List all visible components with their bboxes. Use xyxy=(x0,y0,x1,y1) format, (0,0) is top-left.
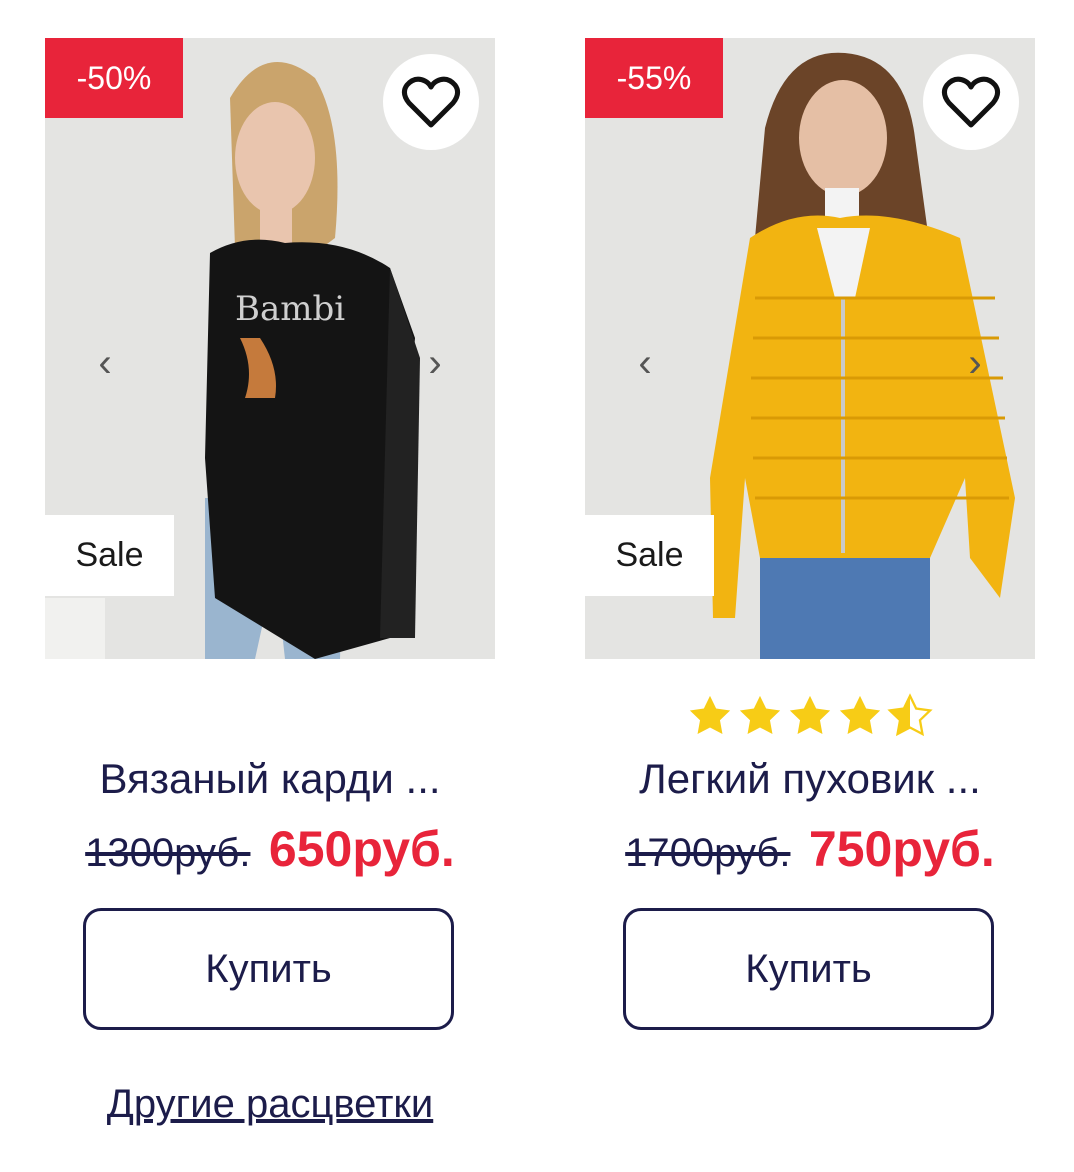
prev-image-arrow[interactable]: ‹ xyxy=(85,338,125,388)
discount-badge: -50% xyxy=(45,38,183,118)
product-image[interactable]: -55% ‹ › Sale xyxy=(585,38,1035,659)
heart-outline-icon xyxy=(401,76,461,128)
sale-tag: Sale xyxy=(585,515,714,596)
prev-image-arrow[interactable]: ‹ xyxy=(625,338,665,388)
star-full-icon xyxy=(839,695,881,735)
favorite-button[interactable] xyxy=(383,54,479,150)
other-colors-link[interactable]: Другие расцветки xyxy=(0,1082,540,1127)
price-block: 1700руб. 750руб. xyxy=(540,820,1074,878)
rating-stars xyxy=(540,693,1074,739)
sale-tag: Sale xyxy=(45,515,174,596)
star-full-icon xyxy=(739,695,781,735)
new-price: 650руб. xyxy=(268,821,455,877)
price-block: 1300руб. 650руб. xyxy=(0,820,540,878)
buy-button[interactable]: Купить xyxy=(623,908,994,1030)
heart-outline-icon xyxy=(941,76,1001,128)
next-image-arrow[interactable]: › xyxy=(955,338,995,388)
product-image[interactable]: Bambi -50% ‹ › Sale xyxy=(45,38,495,659)
star-full-icon xyxy=(789,695,831,735)
product-title[interactable]: Вязаный карди ... xyxy=(0,755,540,803)
discount-badge: -55% xyxy=(585,38,723,118)
photo-print-text: Bambi xyxy=(235,289,345,329)
product-card: Bambi -50% ‹ › Sale Вязаный карди ... 13… xyxy=(0,0,540,1172)
favorite-button[interactable] xyxy=(923,54,1019,150)
old-price: 1300руб. xyxy=(85,831,251,875)
star-full-icon xyxy=(689,695,731,735)
old-price: 1700руб. xyxy=(625,831,791,875)
product-title[interactable]: Легкий пуховик ... xyxy=(540,755,1074,803)
star-half-icon xyxy=(887,693,933,737)
next-image-arrow[interactable]: › xyxy=(415,338,455,388)
new-price: 750руб. xyxy=(808,821,995,877)
buy-button[interactable]: Купить xyxy=(83,908,454,1030)
product-card: -55% ‹ › Sale Легкий пуховик ... 1700руб… xyxy=(540,0,1074,1172)
